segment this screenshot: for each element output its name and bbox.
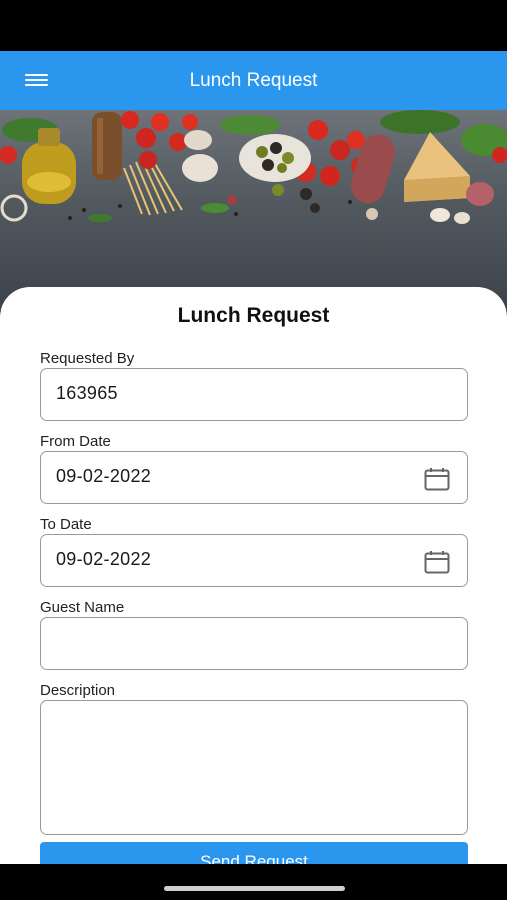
app-bar: Lunch Request	[0, 51, 507, 110]
system-nav-bar	[0, 864, 507, 900]
description-field[interactable]	[40, 700, 468, 835]
home-indicator[interactable]	[164, 886, 345, 891]
status-bar	[0, 0, 507, 51]
from-date-label: From Date	[40, 433, 111, 450]
to-date-field[interactable]: 09-02-2022	[40, 534, 468, 587]
requested-by-value: 163965	[56, 383, 118, 403]
from-date-field[interactable]: 09-02-2022	[40, 451, 468, 504]
description-label: Description	[40, 682, 116, 699]
food-banner-image	[0, 110, 507, 310]
to-date-value: 09-02-2022	[56, 549, 152, 569]
requested-by-label: Requested By	[40, 350, 135, 367]
request-form-card: Lunch Request Requested By 163965 From D…	[0, 287, 507, 882]
calendar-icon[interactable]	[424, 467, 450, 491]
guest-name-label: Guest Name	[40, 599, 125, 616]
calendar-icon[interactable]	[424, 550, 450, 574]
guest-name-field[interactable]	[40, 617, 468, 670]
to-date-label: To Date	[40, 516, 92, 533]
from-date-value: 09-02-2022	[56, 466, 152, 486]
requested-by-field[interactable]: 163965	[40, 368, 468, 421]
app-bar-title: Lunch Request	[189, 70, 318, 91]
form-title: Lunch Request	[177, 304, 330, 327]
